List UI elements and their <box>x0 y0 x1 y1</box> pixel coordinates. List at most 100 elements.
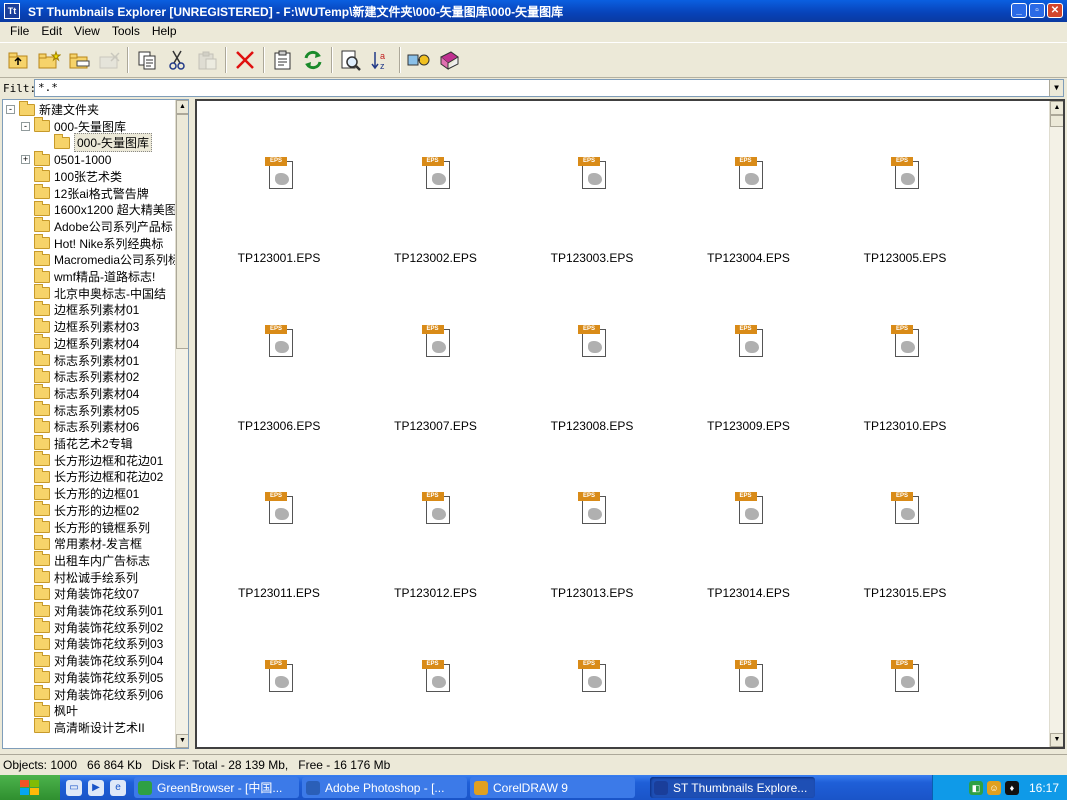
tree-node[interactable]: Macromedia公司系列标 <box>21 250 180 268</box>
delete-disabled-icon[interactable] <box>94 45 124 75</box>
tree-node[interactable]: - 000-矢量图库 <box>21 117 126 135</box>
tree-node[interactable]: 标志系列素材05 <box>21 401 139 419</box>
cut-icon[interactable] <box>162 45 192 75</box>
tree-node[interactable]: 出租车内广告标志 <box>21 551 150 569</box>
plugins-icon[interactable] <box>404 45 434 75</box>
scroll-up-icon[interactable]: ▲ <box>1050 101 1063 115</box>
thumbnail-item[interactable]: EPS <box>356 604 516 748</box>
expand-icon[interactable]: + <box>21 155 30 165</box>
menu-view[interactable]: View <box>68 24 106 38</box>
tree-node[interactable]: 对角装饰花纹系列02 <box>21 618 163 636</box>
thumbnail-item[interactable]: EPS TP123013.EPS <box>512 436 672 600</box>
close-button[interactable]: ✕ <box>1047 3 1063 18</box>
scroll-up-icon[interactable]: ▲ <box>176 100 188 114</box>
thumbnail-item[interactable]: EPS TP123011.EPS <box>199 436 359 600</box>
tree-node[interactable]: 标志系列素材04 <box>21 384 139 402</box>
tree-node[interactable]: Hot! Nike系列经典标 <box>21 234 163 252</box>
tree-node[interactable]: 长方形边框和花边01 <box>21 451 163 469</box>
tree-node[interactable]: 对角装饰花纹系列05 <box>21 668 163 686</box>
tree-node[interactable]: 对角装饰花纹07 <box>21 584 139 602</box>
tree-node[interactable]: 1600x1200 超大精美图 <box>21 200 177 218</box>
tree-node[interactable]: 长方形的镜框系列 <box>21 518 150 536</box>
thumbnail-item[interactable]: EPS TP123002.EPS <box>356 101 516 265</box>
menu-help[interactable]: Help <box>146 24 183 38</box>
help-book-icon[interactable] <box>434 45 464 75</box>
thumbnail-item[interactable]: EPS TP123015.EPS <box>825 436 985 600</box>
scroll-down-icon[interactable]: ▼ <box>1050 733 1063 747</box>
thumbnail-item[interactable]: EPS <box>825 604 985 748</box>
sort-icon[interactable]: az <box>366 45 396 75</box>
new-folder-icon[interactable] <box>34 45 64 75</box>
rename-folder-icon[interactable] <box>64 45 94 75</box>
thumbnail-item[interactable]: EPS TP123005.EPS <box>825 101 985 265</box>
folder-up-icon[interactable] <box>4 45 34 75</box>
thumbnail-item[interactable]: EPS TP123008.EPS <box>512 269 672 433</box>
filter-combobox[interactable]: *.* ▼ <box>34 79 1064 97</box>
thumbnail-item[interactable]: EPS <box>669 604 829 748</box>
maximize-button[interactable]: ▫ <box>1029 3 1045 18</box>
tree-node[interactable]: 标志系列素材06 <box>21 417 139 435</box>
tree-node[interactable]: 插花艺术2专辑 <box>21 434 133 452</box>
tree-node[interactable]: 北京申奥标志-中国结 <box>21 284 166 302</box>
thumbnail-item[interactable]: EPS TP123004.EPS <box>669 101 829 265</box>
thumbnail-item[interactable]: EPS <box>512 604 672 748</box>
scrollbar-thumb[interactable] <box>1050 115 1063 127</box>
tree-node[interactable]: 枫叶 <box>21 701 78 719</box>
show-desktop-icon[interactable]: ▭ <box>66 779 82 796</box>
taskbar-button[interactable]: Adobe Photoshop - [... <box>302 777 467 798</box>
tree-scrollbar[interactable]: ▲ ▼ <box>175 100 188 748</box>
taskbar-button[interactable]: ST Thumbnails Explore... <box>650 777 815 798</box>
thumbnail-scrollbar[interactable]: ▲ ▼ <box>1049 101 1063 747</box>
tree-node[interactable]: - 新建文件夹 <box>6 100 99 118</box>
copy-icon[interactable] <box>132 45 162 75</box>
thumbnail-item[interactable]: EPS <box>199 604 359 748</box>
thumbnail-item[interactable]: EPS TP123012.EPS <box>356 436 516 600</box>
properties-icon[interactable] <box>268 45 298 75</box>
menu-edit[interactable]: Edit <box>35 24 68 38</box>
tree-node[interactable]: 边框系列素材03 <box>21 317 139 335</box>
tree-node[interactable]: 12张ai格式警告牌 <box>21 184 149 202</box>
paste-icon[interactable] <box>192 45 222 75</box>
qq-penguin-icon[interactable]: ♦ <box>1004 780 1019 795</box>
collapse-icon[interactable]: - <box>21 121 30 131</box>
tree-node[interactable]: 对角装饰花纹系列06 <box>21 685 163 703</box>
thumbnail-item[interactable]: EPS TP123003.EPS <box>512 101 672 265</box>
tree-node[interactable]: wmf精品-道路标志! <box>21 267 155 285</box>
tree-node[interactable]: 标志系列素材02 <box>21 367 139 385</box>
tray-app-icon[interactable]: ◧ <box>968 780 983 795</box>
minimize-button[interactable]: _ <box>1011 3 1027 18</box>
tree-node[interactable]: 对角装饰花纹系列04 <box>21 651 163 669</box>
tree-node[interactable]: 村松诚手绘系列 <box>21 568 138 586</box>
menu-file[interactable]: File <box>4 24 35 38</box>
menu-tools[interactable]: Tools <box>106 24 146 38</box>
taskbar-button[interactable]: GreenBrowser - [中国... <box>134 777 299 798</box>
preview-icon[interactable] <box>336 45 366 75</box>
tree-node[interactable]: +0501-1000 <box>21 150 111 168</box>
delete-icon[interactable] <box>230 45 260 75</box>
internet-explorer-icon[interactable]: e <box>110 779 126 796</box>
taskbar-button[interactable]: CorelDRAW 9 <box>470 777 635 798</box>
tree-node[interactable]: 标志系列素材01 <box>21 351 139 369</box>
start-button[interactable] <box>0 775 60 800</box>
chevron-down-icon[interactable]: ▼ <box>1049 80 1063 96</box>
tree-node[interactable]: 长方形的边框01 <box>21 484 139 502</box>
refresh-icon[interactable] <box>298 45 328 75</box>
thumbnail-item[interactable]: EPS TP123009.EPS <box>669 269 829 433</box>
thumbnail-item[interactable]: EPS TP123001.EPS <box>199 101 359 265</box>
tray-smiley-icon[interactable]: ☺ <box>986 780 1001 795</box>
media-player-icon[interactable]: ▶ <box>88 779 104 796</box>
thumbnail-item[interactable]: EPS TP123007.EPS <box>356 269 516 433</box>
tree-node[interactable]: 对角装饰花纹系列03 <box>21 634 163 652</box>
thumbnail-item[interactable]: EPS TP123010.EPS <box>825 269 985 433</box>
tree-node[interactable]: 边框系列素材04 <box>21 334 139 352</box>
tree-node[interactable]: 长方形边框和花边02 <box>21 467 163 485</box>
tree-node[interactable]: 对角装饰花纹系列01 <box>21 601 163 619</box>
thumbnail-item[interactable]: EPS TP123014.EPS <box>669 436 829 600</box>
tree-node[interactable]: Adobe公司系列产品标 <box>21 217 173 235</box>
app-icon[interactable]: Tt <box>4 3 20 19</box>
scroll-down-icon[interactable]: ▼ <box>176 734 188 748</box>
collapse-icon[interactable]: - <box>6 105 15 114</box>
tree-node[interactable]: 边框系列素材01 <box>21 300 139 318</box>
tree-node[interactable]: 长方形的边框02 <box>21 501 139 519</box>
tree-node[interactable]: 高清晰设计艺术II <box>21 718 145 736</box>
